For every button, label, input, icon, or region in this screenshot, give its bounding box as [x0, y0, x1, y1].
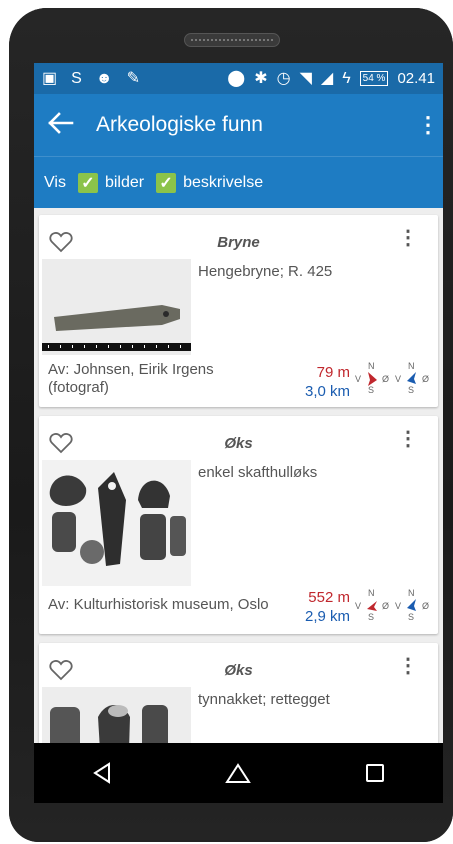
checkbox-label: beskrivelse — [183, 173, 264, 191]
distance-km: 3,0 km — [304, 383, 350, 400]
wifi-icon: ◥ — [299, 69, 312, 87]
artifact-photo[interactable] — [42, 687, 191, 743]
compass-blue-icon: NVØS — [395, 361, 429, 395]
sim-icon: ▣ — [42, 69, 58, 87]
card-description: tynnakket; rettegget — [198, 691, 330, 708]
checkbox-checked-icon: ✓ — [156, 172, 177, 193]
recents-nav-icon[interactable] — [355, 753, 395, 793]
card-title: Øks — [224, 435, 253, 452]
artifact-photo[interactable] — [42, 259, 191, 355]
filter-label: Vis — [44, 173, 66, 191]
sync-icon: S — [71, 69, 82, 87]
card-title: Øks — [224, 662, 253, 679]
battery-level: 54 % — [359, 71, 389, 86]
clipboard-icon: ✎ — [126, 69, 141, 87]
result-card[interactable]: Øks ⋮ tynnakket; rettegget — [39, 643, 438, 743]
results-list[interactable]: Bryne ⋮ Hengebryne; R. 425 Av: Johnsen, … — [34, 208, 443, 743]
charging-icon: ϟ — [342, 69, 351, 87]
filter-bar: Vis ✓ bilder ✓ beskrivelse — [34, 156, 443, 208]
card-menu-icon[interactable]: ⋮ — [398, 228, 418, 248]
distance: 552 m 2,9 km — [305, 588, 350, 626]
back-arrow-icon[interactable] — [48, 109, 82, 141]
card-title: Bryne — [217, 234, 260, 251]
card-description: enkel skafthulløks — [198, 464, 318, 481]
card-menu-icon[interactable]: ⋮ — [398, 656, 418, 676]
location-icon: ⬤ — [227, 69, 246, 87]
checkbox-description[interactable]: ✓ beskrivelse — [156, 172, 264, 193]
result-card[interactable]: Bryne ⋮ Hengebryne; R. 425 Av: Johnsen, … — [39, 215, 438, 407]
result-card[interactable]: Øks ⋮ enkel skafthulløks Av: Kulturhisto… — [39, 416, 438, 634]
alarm-icon: ◷ — [276, 69, 291, 87]
compass-red-icon: NVØS — [355, 588, 389, 622]
signal-icon: ◢ — [320, 69, 334, 87]
checkbox-label: bilder — [104, 173, 145, 191]
compass-blue-icon: NVØS — [395, 588, 429, 622]
card-menu-icon[interactable]: ⋮ — [398, 429, 418, 449]
clock: 02.41 — [397, 70, 435, 87]
app-screen: ▣ S ☻ ✎ ⬤ ✱ ◷ ◥ ◢ ϟ 54 % 02.41 Arkeologi… — [34, 63, 443, 743]
earpiece-speaker — [184, 33, 280, 47]
checkbox-images[interactable]: ✓ bilder — [77, 172, 145, 193]
android-icon: ☻ — [95, 69, 113, 87]
status-bar: ▣ S ☻ ✎ ⬤ ✱ ◷ ◥ ◢ ϟ 54 % 02.41 — [34, 63, 443, 94]
artifact-photo[interactable] — [42, 460, 191, 586]
distance-km: 2,9 km — [304, 608, 350, 625]
distance-meters: 552 m — [308, 589, 350, 606]
home-nav-icon[interactable] — [218, 753, 258, 793]
distance: 79 m 3,0 km — [305, 363, 350, 401]
app-bar: Arkeologiske funn ⋮ — [34, 94, 443, 156]
compass-red-icon: NVØS — [355, 361, 389, 395]
card-byline: Av: Johnsen, Eirik Irgens (fotograf) — [48, 361, 214, 396]
navigation-bar — [34, 743, 443, 803]
overflow-menu-icon[interactable]: ⋮ — [417, 112, 439, 138]
bluetooth-icon: ✱ — [254, 69, 268, 87]
checkbox-checked-icon: ✓ — [77, 172, 98, 193]
page-title: Arkeologiske funn — [96, 113, 263, 136]
card-byline: Av: Kulturhistorisk museum, Oslo — [48, 596, 269, 613]
back-nav-icon[interactable] — [82, 753, 122, 793]
card-description: Hengebryne; R. 425 — [198, 263, 333, 280]
distance-meters: 79 m — [316, 364, 350, 381]
